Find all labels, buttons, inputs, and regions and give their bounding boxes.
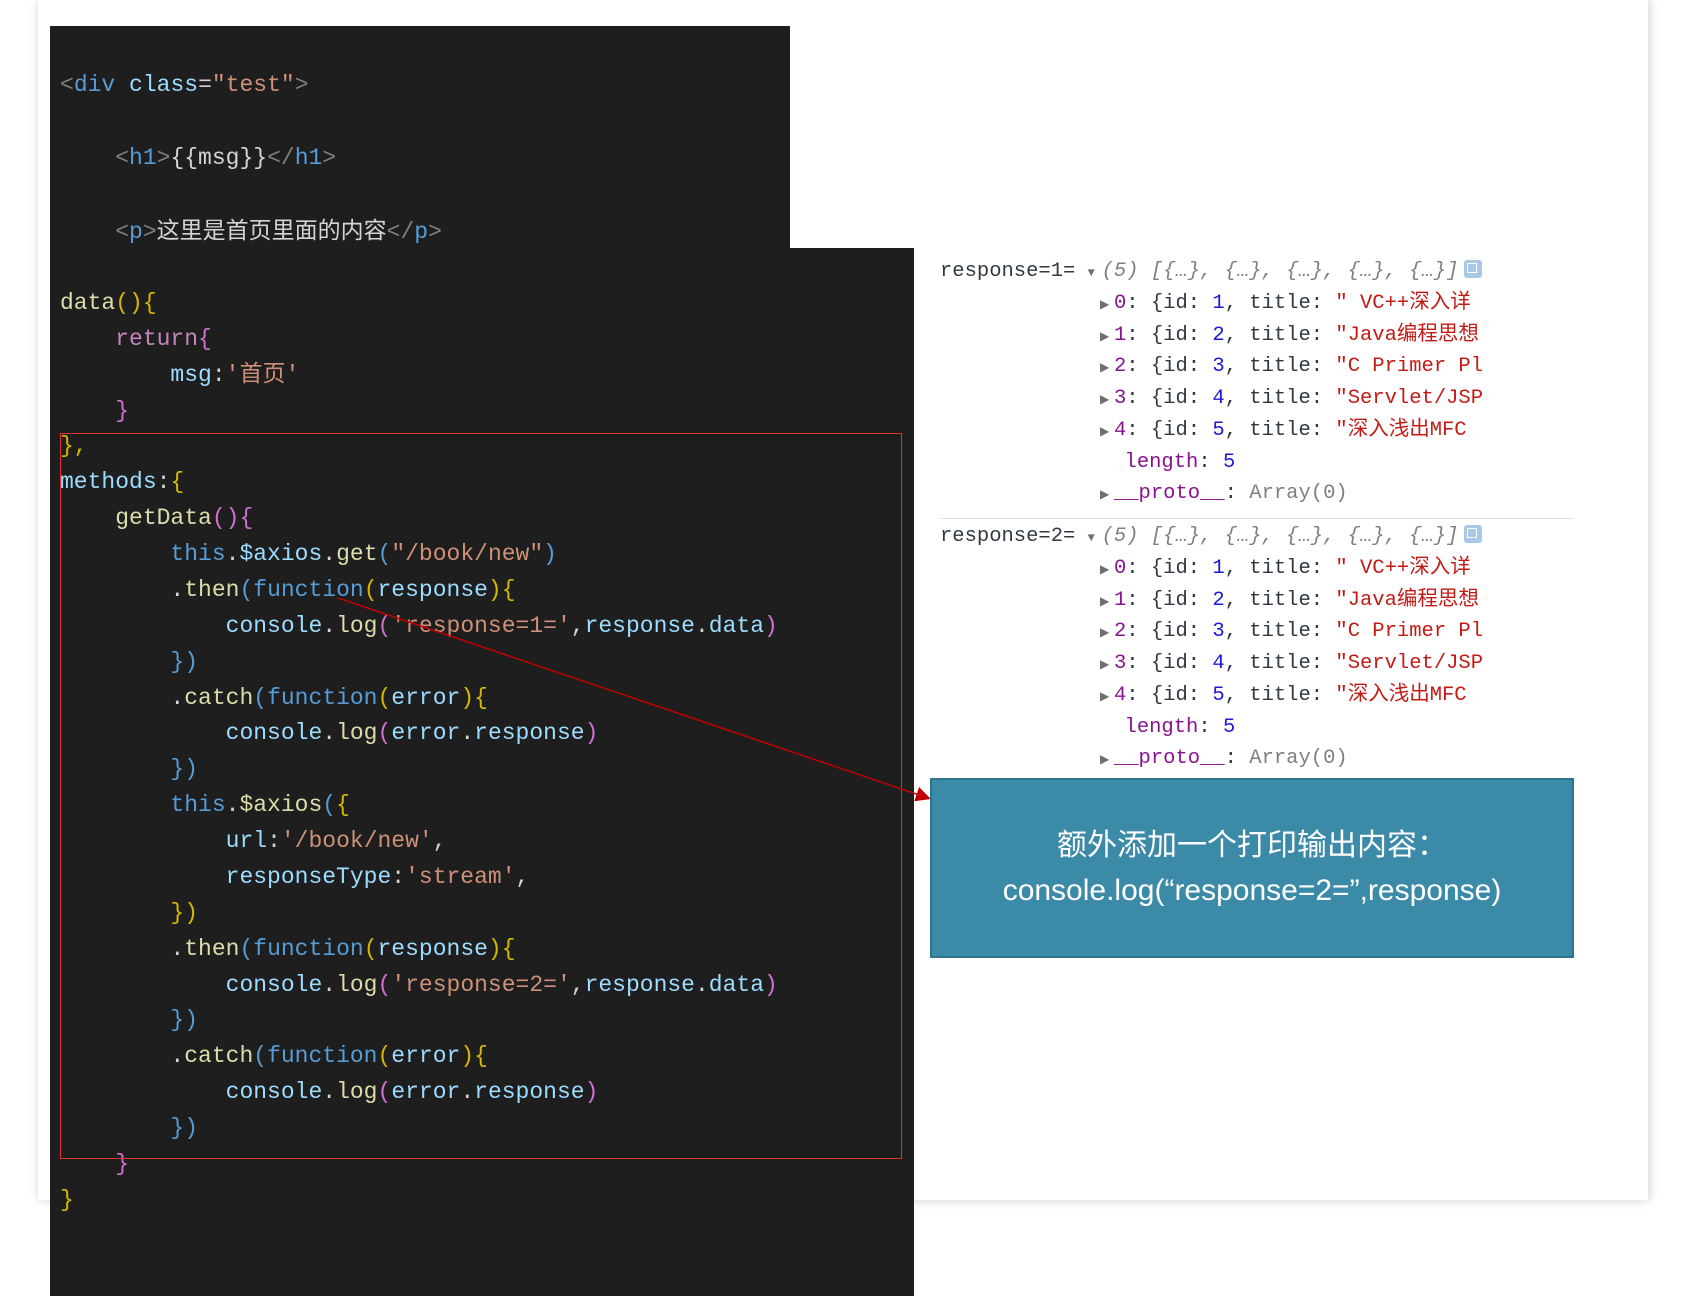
console-item[interactable]: 4: {id: 5, title: "深入浅出MFC xyxy=(940,415,1574,447)
prop-methods: methods xyxy=(60,469,157,495)
console-length: length: 5 xyxy=(940,712,1574,744)
string-response1: 'response=1=' xyxy=(391,613,570,639)
console-length: length: 5 xyxy=(940,447,1574,479)
paragraph-text: 这里是首页里面的内容 xyxy=(157,219,387,245)
copy-icon[interactable] xyxy=(1464,525,1482,543)
console-header[interactable]: response=1= (5) [{…}, {…}, {…}, {…}, {…}… xyxy=(940,256,1574,288)
code-block-script: data(){ return{ msg:'首页' } }, methods:{ … xyxy=(50,248,914,1296)
separator xyxy=(940,518,1574,519)
console-item[interactable]: 3: {id: 4, title: "Servlet/JSP xyxy=(940,648,1574,680)
page: <div class="test"> <h1>{{msg}}</h1> <p>这… xyxy=(38,0,1648,1200)
fn-data: data xyxy=(60,290,115,316)
console-group: response=1= (5) [{…}, {…}, {…}, {…}, {…}… xyxy=(940,256,1574,512)
annotation-callout: 额外添加一个打印输出内容： console.log(“response=2=”,… xyxy=(930,778,1574,958)
kw-return: return xyxy=(115,326,198,352)
console-item[interactable]: 3: {id: 4, title: "Servlet/JSP xyxy=(940,383,1574,415)
mustache: {{msg}} xyxy=(170,145,267,171)
annotation-line-1: 额外添加一个打印输出内容： xyxy=(952,823,1552,868)
prop-msg: msg xyxy=(170,362,211,388)
console-item[interactable]: 4: {id: 5, title: "深入浅出MFC xyxy=(940,680,1574,712)
string-response2: 'response=2=' xyxy=(391,972,570,998)
console-group: response=2= (5) [{…}, {…}, {…}, {…}, {…}… xyxy=(940,521,1574,777)
console-header[interactable]: response=2= (5) [{…}, {…}, {…}, {…}, {…}… xyxy=(940,521,1574,553)
console-proto[interactable]: __proto__: Array(0) xyxy=(940,478,1574,510)
console-item[interactable]: 0: {id: 1, title: " VC++深入详 xyxy=(940,288,1574,320)
console-item[interactable]: 1: {id: 2, title: "Java编程思想 xyxy=(940,320,1574,352)
copy-icon[interactable] xyxy=(1464,260,1482,278)
fn-getdata: getData xyxy=(115,505,212,531)
string: "test" xyxy=(212,72,295,98)
console-item[interactable]: 1: {id: 2, title: "Java编程思想 xyxy=(940,585,1574,617)
console-item[interactable]: 0: {id: 1, title: " VC++深入详 xyxy=(940,553,1574,585)
console-output: response=1= (5) [{…}, {…}, {…}, {…}, {…}… xyxy=(940,256,1574,777)
attr: class xyxy=(129,72,198,98)
console-item[interactable]: 2: {id: 3, title: "C Primer Pl xyxy=(940,351,1574,383)
console-proto[interactable]: __proto__: Array(0) xyxy=(940,743,1574,775)
tag: div xyxy=(74,72,115,98)
annotation-line-2: console.log(“response=2=”,response) xyxy=(952,868,1552,913)
angle-open: < xyxy=(60,72,74,98)
console-item[interactable]: 2: {id: 3, title: "C Primer Pl xyxy=(940,616,1574,648)
